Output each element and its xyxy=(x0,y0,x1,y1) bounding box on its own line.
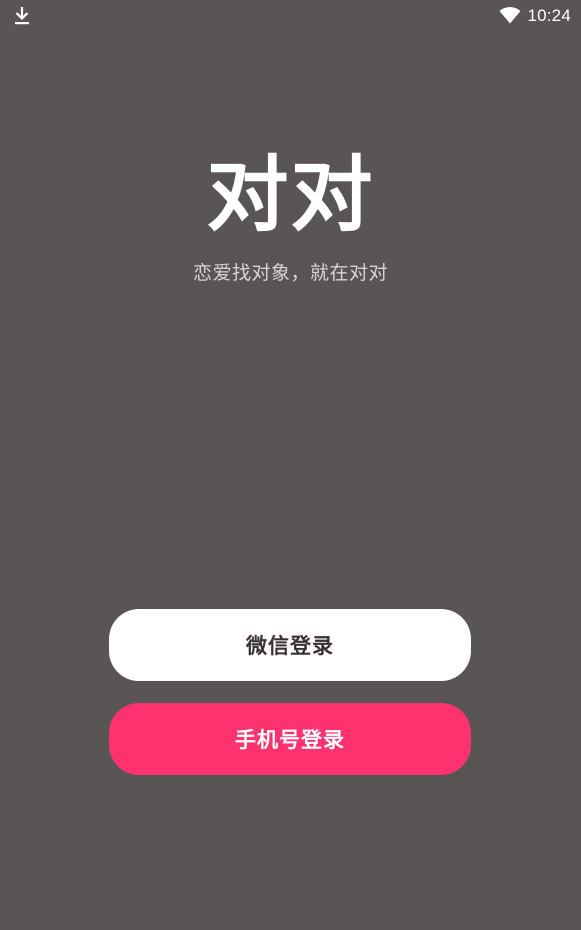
phone-login-button[interactable]: 手机号登录 xyxy=(109,703,471,775)
status-time: 10:24 xyxy=(527,6,571,25)
phone-login-label: 手机号登录 xyxy=(235,728,345,752)
download-icon xyxy=(15,7,29,25)
wechat-login-button[interactable]: 微信登录 xyxy=(109,609,471,681)
wechat-login-label: 微信登录 xyxy=(246,634,334,658)
app-title: 对对 xyxy=(206,148,375,243)
login-screen: 10:24 对对 恋爱找对象，就在对对 微信登录 手机号登录 xyxy=(0,0,581,930)
wifi-icon xyxy=(499,7,521,24)
status-bar: 10:24 xyxy=(0,0,581,32)
app-tagline: 恋爱找对象，就在对对 xyxy=(192,262,388,284)
